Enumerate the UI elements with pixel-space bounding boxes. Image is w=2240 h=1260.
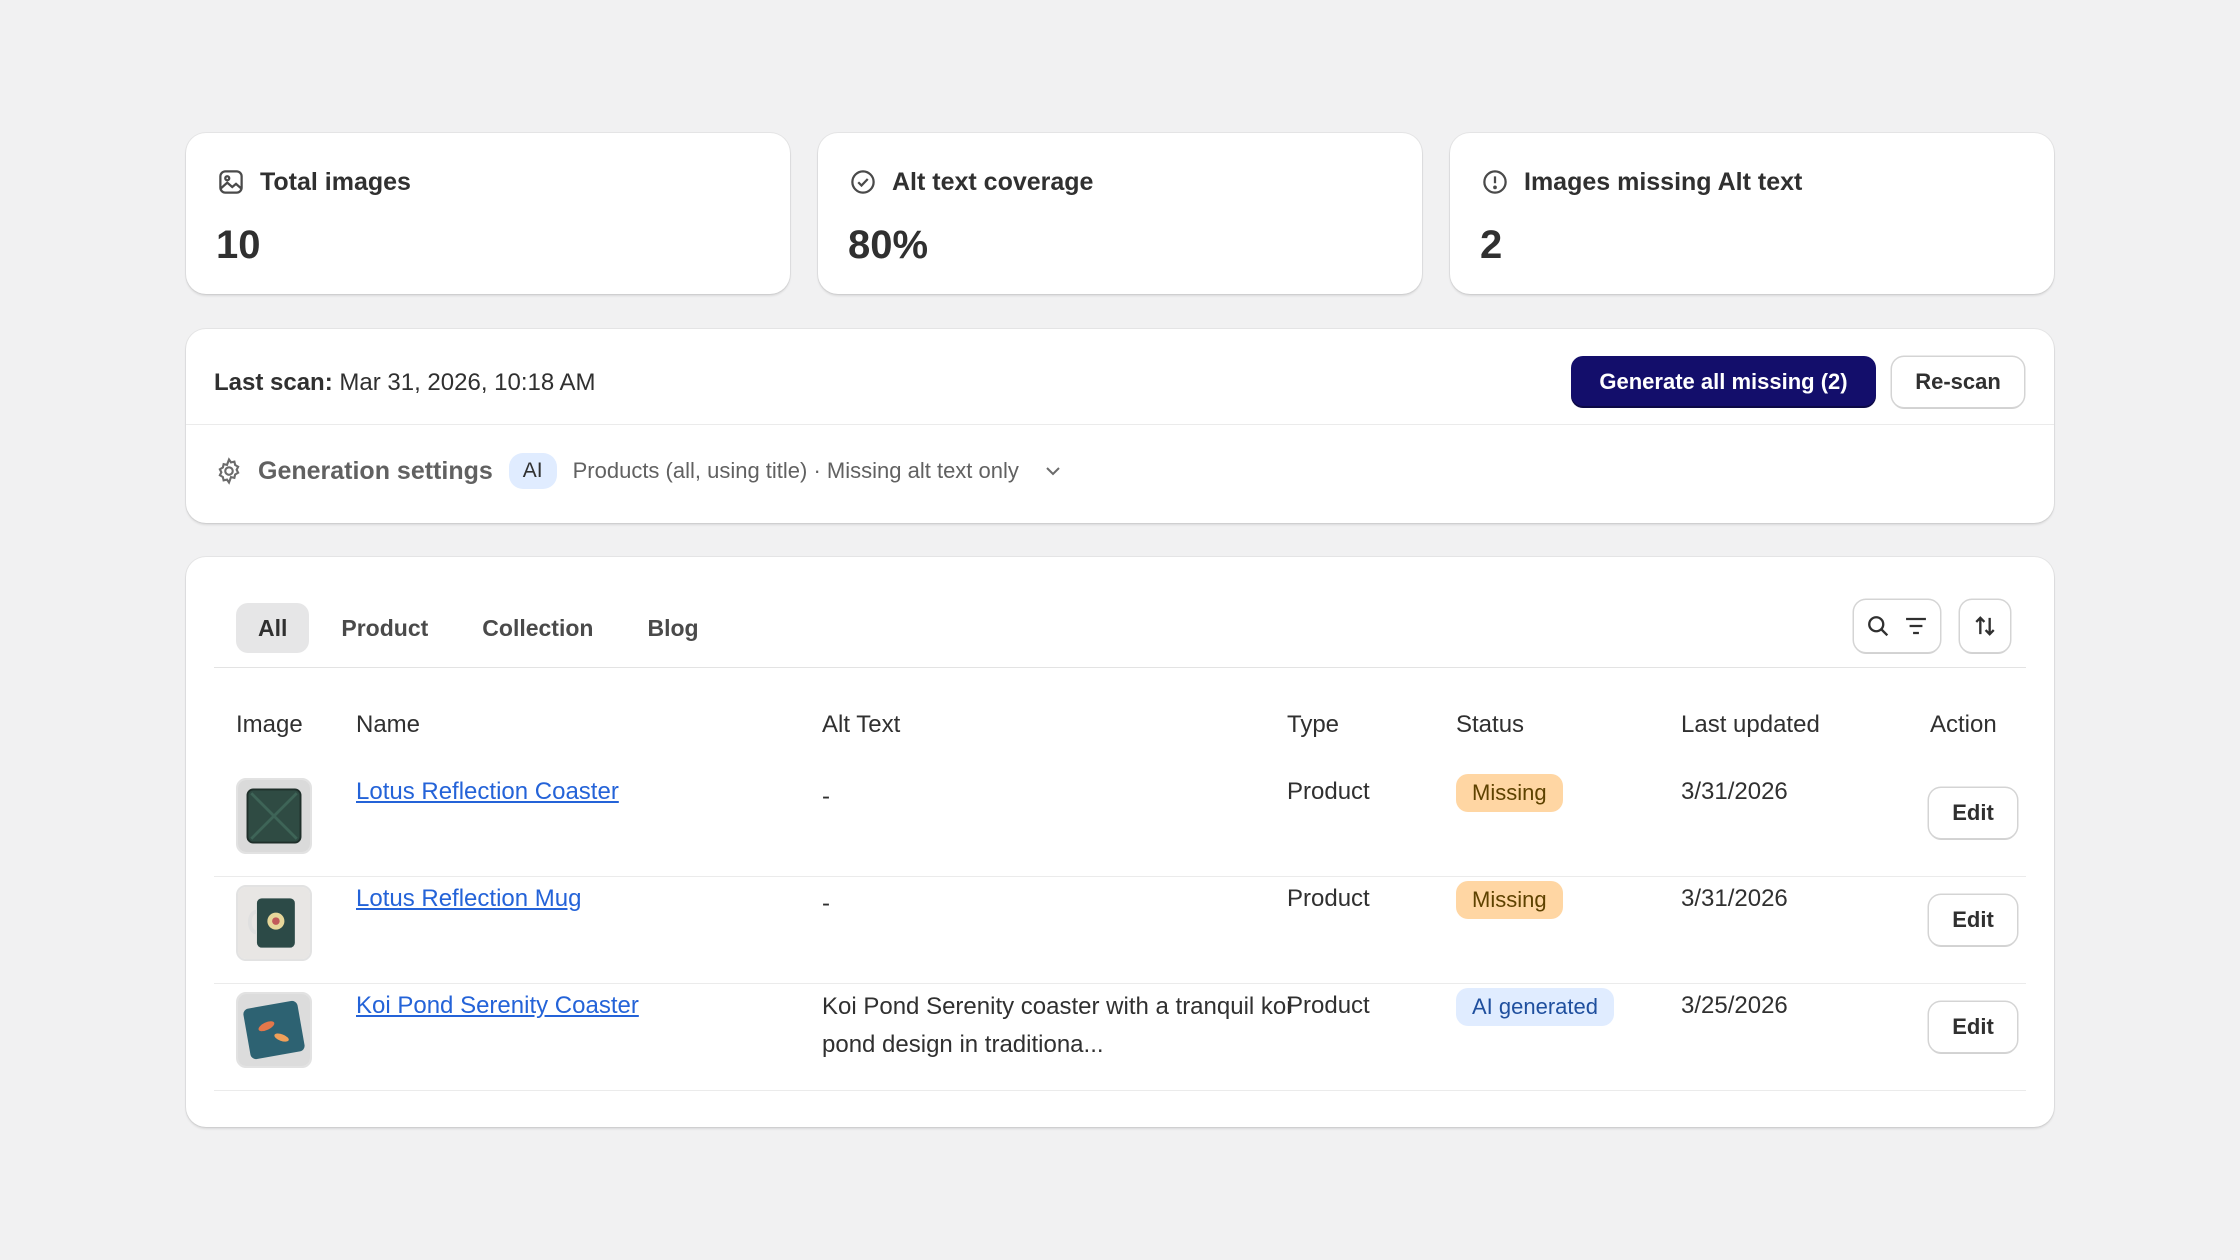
filter-tabs: All Product Collection Blog (236, 603, 721, 653)
product-name-link[interactable]: Lotus Reflection Coaster (356, 778, 619, 806)
column-header-action: Action (1930, 711, 1997, 738)
product-name-link[interactable]: Lotus Reflection Mug (356, 885, 581, 913)
column-header-status: Status (1456, 711, 1525, 738)
stat-label: Alt text coverage (892, 167, 1094, 196)
status-badge: Missing (1456, 881, 1563, 919)
scan-card: Last scan: Mar 31, 2026, 10:18 AM Genera… (186, 329, 2054, 523)
last-scan-label: Last scan: (214, 369, 333, 396)
edit-button[interactable]: Edit (1929, 895, 2017, 945)
type-value: Product (1287, 885, 1370, 912)
chevron-down-icon (1046, 467, 1060, 476)
alt-text-value: - (822, 783, 830, 810)
column-header-alt-text: Alt Text (822, 711, 901, 738)
product-thumbnail (236, 778, 312, 854)
generation-settings-label: Generation settings (258, 456, 493, 485)
product-thumbnail (236, 885, 312, 961)
status-badge: AI generated (1456, 988, 1614, 1026)
alt-text-value: Koi Pond Serenity coaster with a tranqui… (822, 993, 1292, 1058)
generation-settings-description: Products (all, using title) · Missing al… (572, 458, 1019, 483)
stat-card-header: Images missing Alt text (1480, 167, 2024, 197)
images-table-card: All Product Collection Blog Image Name A… (186, 557, 2054, 1127)
last-scan: Last scan: Mar 31, 2026, 10:18 AM (214, 369, 596, 397)
last-updated-value: 3/31/2026 (1681, 885, 1788, 912)
column-header-name: Name (356, 711, 421, 738)
product-name-link[interactable]: Koi Pond Serenity Coaster (356, 992, 639, 1020)
tab-product[interactable]: Product (319, 603, 450, 653)
stat-value: 10 (216, 223, 261, 267)
edit-button[interactable]: Edit (1929, 788, 2017, 838)
type-value: Product (1287, 992, 1370, 1019)
tab-blog[interactable]: Blog (625, 603, 720, 653)
sort-button[interactable] (1960, 600, 2010, 652)
gear-icon (218, 457, 240, 485)
table-row: Koi Pond Serenity Coaster Koi Pond Seren… (214, 984, 2026, 1091)
tab-collection[interactable]: Collection (460, 603, 615, 653)
table-row: Lotus Reflection Coaster - Product Missi… (214, 770, 2026, 877)
check-circle-icon (851, 170, 875, 194)
last-updated-value: 3/31/2026 (1681, 778, 1788, 805)
ai-pill: AI (508, 453, 557, 489)
status-badge: Missing (1456, 774, 1563, 812)
last-updated-value: 3/25/2026 (1681, 992, 1788, 1019)
column-header-last-updated: Last updated (1681, 711, 1820, 738)
column-header-type: Type (1287, 711, 1340, 738)
stat-value: 80% (848, 223, 929, 267)
filter-icon (1906, 617, 1926, 635)
scan-header: Last scan: Mar 31, 2026, 10:18 AM Genera… (186, 329, 2054, 425)
generate-all-missing-button[interactable]: Generate all missing (2) (1571, 356, 1876, 408)
table-row: Lotus Reflection Mug - Product Missing 3… (214, 877, 2026, 984)
last-scan-value: Mar 31, 2026, 10:18 AM (339, 369, 596, 396)
koi-coaster-image (238, 994, 310, 1066)
sort-icon (1975, 616, 1995, 636)
stat-card-images-missing: Images missing Alt text 2 (1450, 133, 2054, 294)
stat-card-total-images: Total images 10 (186, 133, 790, 294)
generation-settings-toggle[interactable]: Generation settings AI Products (all, us… (214, 453, 1065, 489)
stat-label: Images missing Alt text (1524, 167, 1803, 196)
type-value: Product (1287, 778, 1370, 805)
search-filter-button[interactable] (1854, 600, 1940, 652)
image-icon (219, 170, 243, 194)
mug-image (238, 887, 310, 959)
alert-circle-icon (1483, 170, 1507, 194)
tabs-divider (214, 667, 2026, 668)
stat-card-alt-text-coverage: Alt text coverage 80% (818, 133, 1422, 294)
alt-text-dashboard: Total images 10 Alt text coverage 80% Im… (0, 0, 2240, 1260)
column-header-image: Image (236, 711, 303, 738)
product-thumbnail (236, 992, 312, 1068)
stat-card-header: Alt text coverage (848, 167, 1392, 197)
stat-label: Total images (260, 167, 411, 196)
search-icon (1868, 616, 1889, 637)
tab-all[interactable]: All (236, 603, 310, 653)
coaster-image (238, 780, 310, 852)
alt-text-value: - (822, 890, 830, 917)
edit-button[interactable]: Edit (1929, 1002, 2017, 1052)
rescan-button[interactable]: Re-scan (1892, 357, 2024, 407)
stat-card-header: Total images (216, 167, 760, 197)
stat-value: 2 (1480, 223, 1503, 267)
